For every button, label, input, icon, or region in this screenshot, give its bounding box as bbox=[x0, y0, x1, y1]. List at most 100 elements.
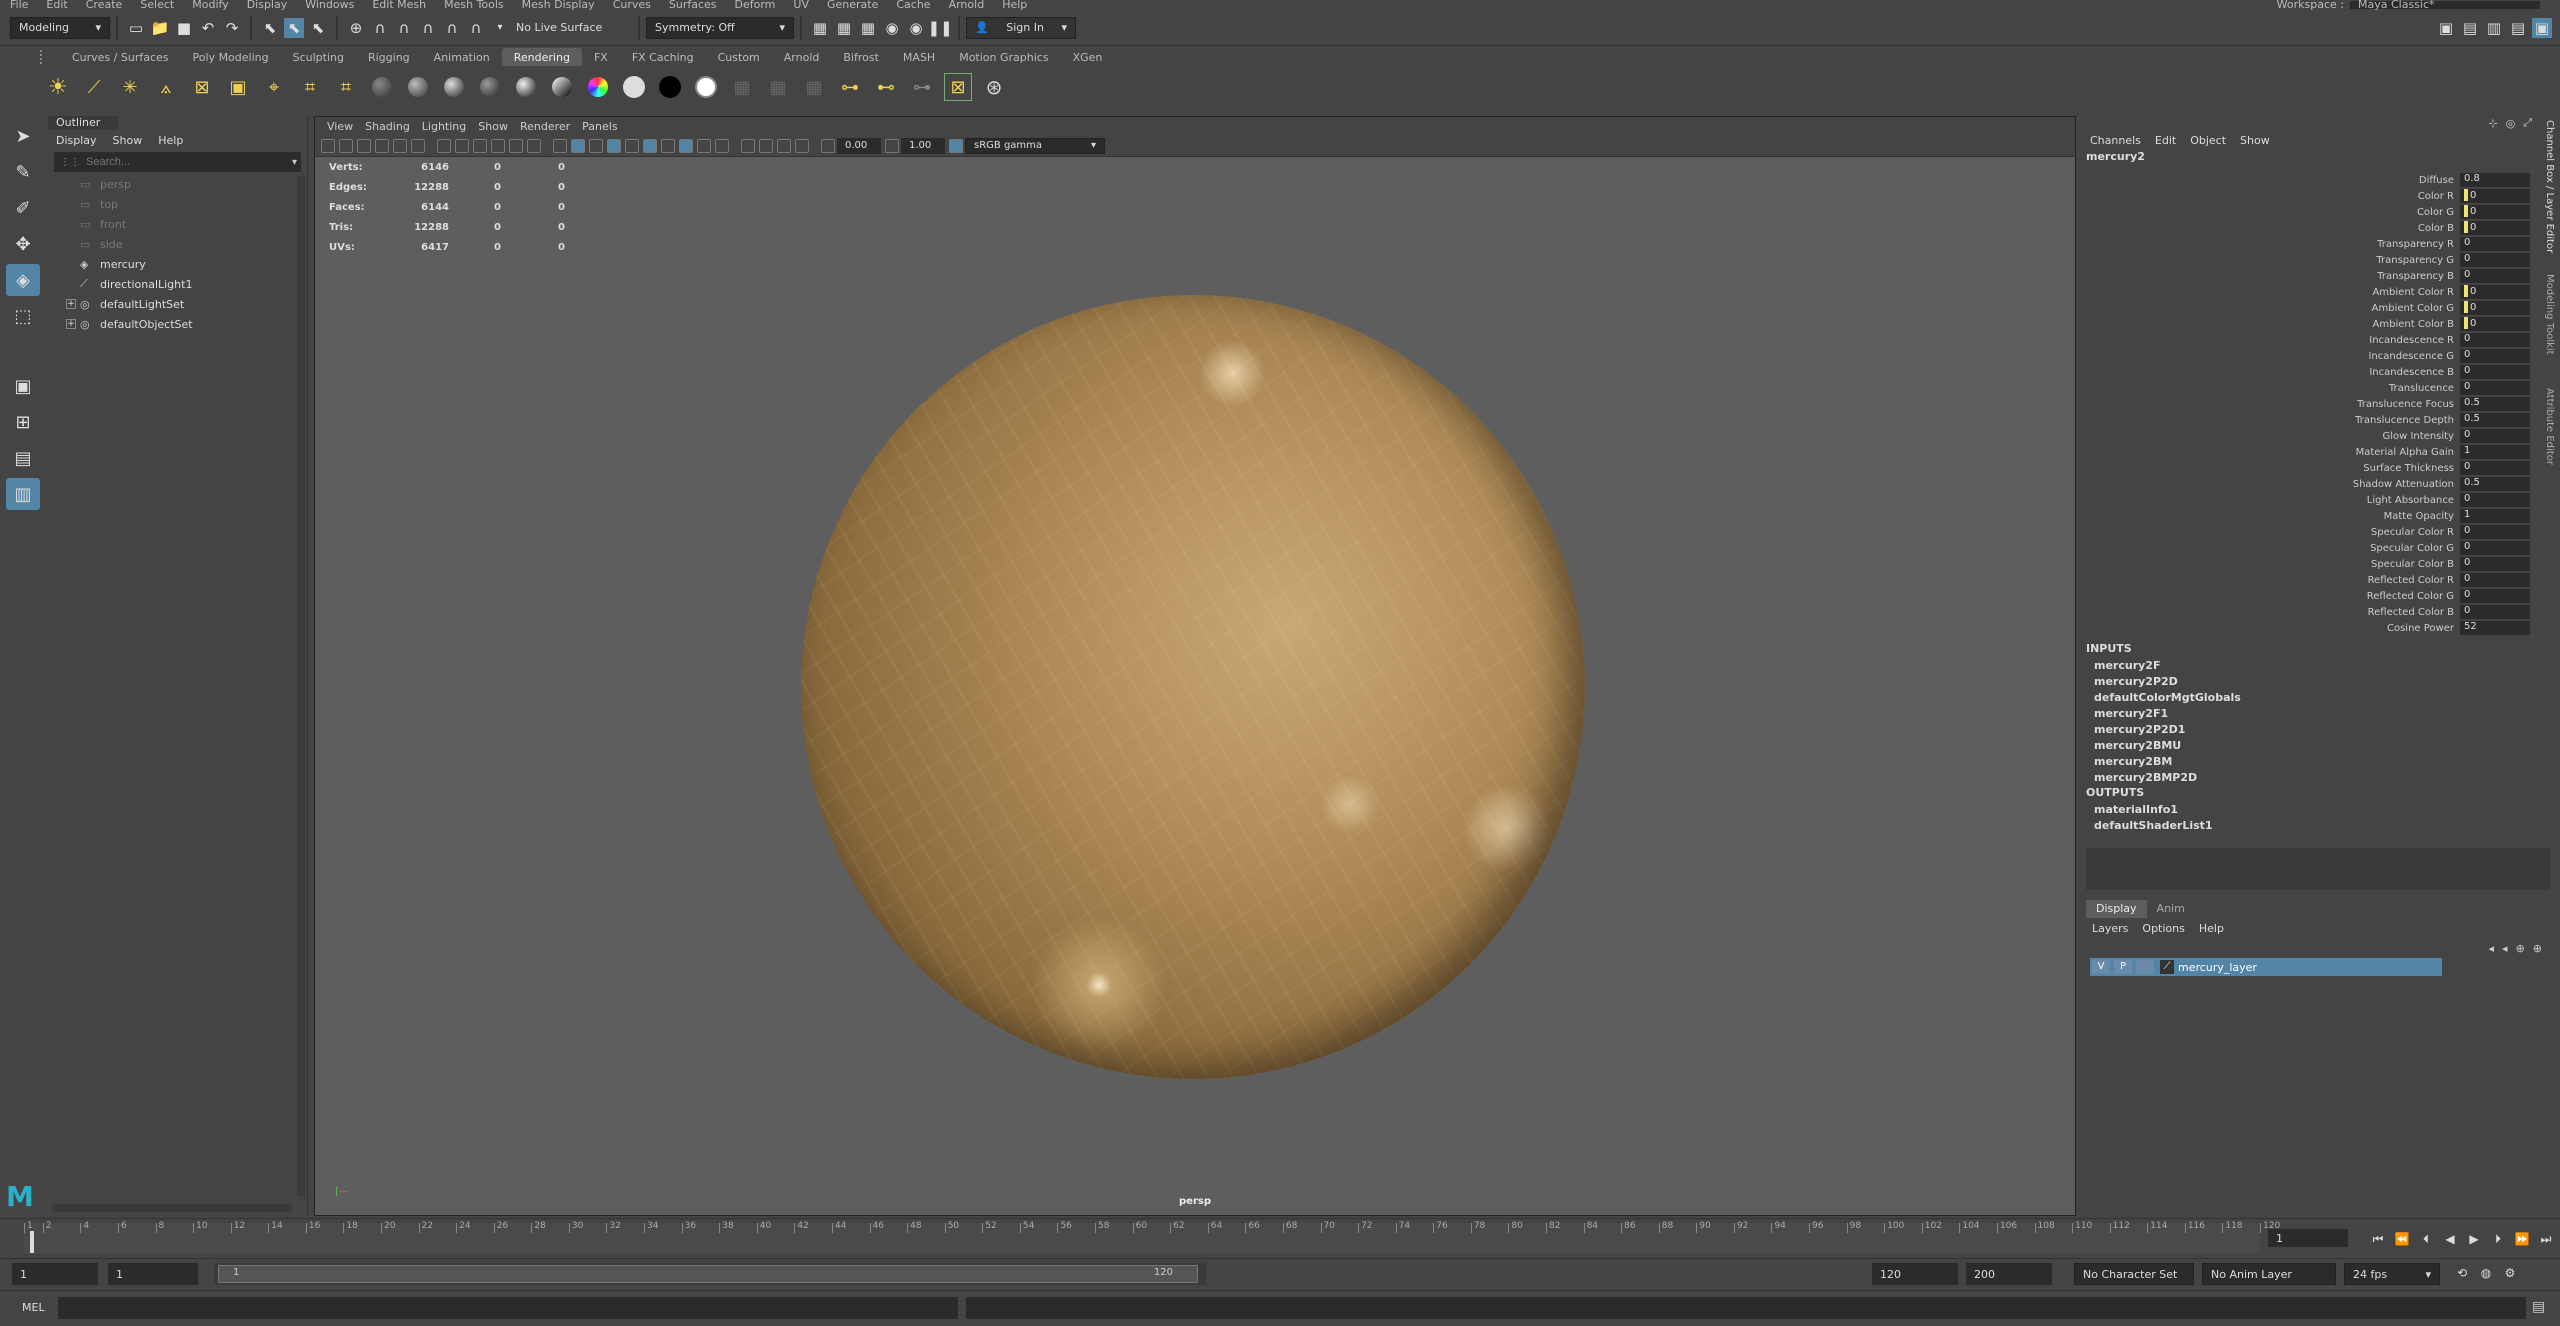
channel-box-pin-icon[interactable]: ⊹ bbox=[2488, 117, 2497, 130]
render-settings-shelf-icon[interactable]: ⊛ bbox=[980, 73, 1008, 101]
channel-box-icon[interactable]: ▤ bbox=[2508, 18, 2528, 38]
select-hierarchy-icon[interactable]: ⬉ bbox=[260, 18, 280, 38]
node-name[interactable]: mercury2 bbox=[2082, 150, 2560, 166]
step-back-frame-icon[interactable]: ⏴ bbox=[2416, 1229, 2436, 1249]
shelf-tab[interactable]: Sculpting bbox=[281, 48, 356, 66]
shelf-tab[interactable]: Curves / Surfaces bbox=[60, 48, 181, 66]
time-slider-track[interactable]: 1 2 4 6 8 10 12 14 16 18 20 22 24 26 28 30 32 34 36 38 40 42 4… bbox=[24, 1221, 2280, 1253]
range-slider[interactable]: 1 120 bbox=[214, 1263, 1206, 1285]
snap-grid-icon[interactable]: ⊕ bbox=[346, 18, 366, 38]
light-link-select-icon[interactable]: ⊶ bbox=[908, 73, 936, 101]
viewport-menu-item[interactable]: Shading bbox=[365, 120, 410, 133]
lasso-tool-icon[interactable]: ✎ bbox=[6, 156, 40, 188]
attribute-editor-icon[interactable]: ▤ bbox=[2460, 18, 2480, 38]
black-sphere-icon[interactable] bbox=[656, 73, 684, 101]
exposure-icon[interactable] bbox=[821, 138, 835, 153]
attribute-value-field[interactable]: 1 bbox=[2460, 445, 2530, 459]
playback-end-field[interactable]: 120 bbox=[1872, 1263, 1958, 1285]
new-layer-icon[interactable]: ⊕ bbox=[2516, 942, 2525, 955]
select-camera-icon[interactable] bbox=[321, 138, 335, 153]
input-node[interactable]: defaultColorMgtGlobals bbox=[2082, 690, 2560, 706]
outliner-title[interactable]: Outliner bbox=[48, 116, 118, 130]
input-node[interactable]: mercury2P2D1 bbox=[2082, 722, 2560, 738]
attribute-value-field[interactable]: 0 bbox=[2460, 429, 2530, 443]
play-forward-icon[interactable]: ▶ bbox=[2464, 1229, 2484, 1249]
menu-item[interactable]: Generate bbox=[827, 0, 878, 10]
menu-item[interactable]: Edit Mesh bbox=[372, 0, 426, 10]
attribute-name[interactable]: Diffuse bbox=[2082, 175, 2460, 186]
attribute-name[interactable]: Incandescence G bbox=[2082, 351, 2460, 362]
menu-item[interactable]: File bbox=[10, 0, 28, 10]
auto-key-icon[interactable]: ◍ bbox=[2476, 1263, 2496, 1283]
resolution-gate-icon[interactable] bbox=[473, 138, 487, 153]
phonge-shader-icon[interactable] bbox=[476, 73, 504, 101]
camera-aim-icon[interactable]: ⌗ bbox=[296, 73, 324, 101]
attribute-row[interactable]: Surface Thickness 0 bbox=[2082, 460, 2560, 476]
outliner-layout-icon[interactable]: ▥ bbox=[6, 478, 40, 510]
outliner-item[interactable]: ▭ persp bbox=[48, 174, 307, 194]
point-light-icon[interactable]: ✳ bbox=[116, 73, 144, 101]
attribute-row[interactable]: Incandescence B 0 bbox=[2082, 364, 2560, 380]
snap-curve-icon[interactable]: ∩ bbox=[370, 18, 390, 38]
search-input[interactable] bbox=[86, 156, 266, 168]
attribute-row[interactable]: Reflected Color B 0 bbox=[2082, 604, 2560, 620]
channel-box-toggle-icon[interactable]: ▣ bbox=[2532, 17, 2552, 38]
attribute-value-field[interactable]: 0 bbox=[2460, 253, 2530, 267]
attribute-value-field[interactable]: 0 bbox=[2460, 461, 2530, 475]
bookmarks-icon[interactable] bbox=[357, 138, 371, 153]
layer-editor-tab[interactable]: Display bbox=[2086, 900, 2147, 918]
attribute-name[interactable]: Reflected Color G bbox=[2082, 591, 2460, 602]
hypershade-icon[interactable]: ◉ bbox=[906, 18, 926, 38]
single-pane-layout-icon[interactable]: ▣ bbox=[6, 370, 40, 402]
blinn-shader-icon[interactable] bbox=[404, 73, 432, 101]
light-link-icon[interactable]: ⊶ bbox=[836, 73, 864, 101]
channel-box-sync-icon[interactable]: ◎ bbox=[2506, 117, 2516, 130]
ambient-light-icon[interactable]: ☀ bbox=[44, 73, 72, 101]
symmetry-dropdown[interactable]: Symmetry: Off ▾ bbox=[646, 16, 794, 39]
phong-shader-icon[interactable] bbox=[440, 73, 468, 101]
attribute-name[interactable]: Incandescence R bbox=[2082, 335, 2460, 346]
shelf-tabs-handle-icon[interactable] bbox=[40, 50, 52, 64]
shelf-tab[interactable]: Bifrost bbox=[831, 48, 891, 66]
attribute-value-field[interactable]: 0 bbox=[2460, 365, 2530, 379]
attribute-row[interactable]: Matte Opacity 1 bbox=[2082, 508, 2560, 524]
color-management-icon[interactable] bbox=[949, 138, 963, 153]
mel-label[interactable]: MEL bbox=[22, 1301, 45, 1314]
attribute-value-field[interactable]: 0 bbox=[2460, 317, 2530, 331]
attribute-value-field[interactable]: 0 bbox=[2460, 189, 2530, 203]
attribute-name[interactable]: Transparency G bbox=[2082, 255, 2460, 266]
texture-grid-icon[interactable]: ▦ bbox=[764, 73, 792, 101]
input-node[interactable]: mercury2F1 bbox=[2082, 706, 2560, 722]
attribute-name[interactable]: Ambient Color G bbox=[2082, 303, 2460, 314]
attribute-value-field[interactable]: 0 bbox=[2460, 541, 2530, 555]
make-live-icon[interactable]: ∩ bbox=[466, 18, 486, 38]
ipr-render-icon[interactable]: ▦ bbox=[858, 18, 878, 38]
attribute-row[interactable]: Ambient Color B 0 bbox=[2082, 316, 2560, 332]
modeling-toolkit-icon[interactable]: ▣ bbox=[2436, 18, 2456, 38]
attribute-row[interactable]: Transparency G 0 bbox=[2082, 252, 2560, 268]
shadows-icon[interactable] bbox=[643, 138, 657, 153]
attribute-name[interactable]: Reflected Color B bbox=[2082, 607, 2460, 618]
attribute-name[interactable]: Cosine Power bbox=[2082, 623, 2460, 634]
attribute-name[interactable]: Specular Color G bbox=[2082, 543, 2460, 554]
shelf-tab[interactable]: Arnold bbox=[772, 48, 832, 66]
wireframe-icon[interactable] bbox=[553, 138, 567, 153]
save-scene-icon[interactable]: ■ bbox=[174, 18, 194, 38]
gate-mask-icon[interactable] bbox=[491, 138, 505, 153]
attribute-name[interactable]: Translucence Depth bbox=[2082, 415, 2460, 426]
attribute-value-field[interactable]: 0.5 bbox=[2460, 413, 2530, 427]
menu-item[interactable]: Mesh Display bbox=[522, 0, 595, 10]
input-node[interactable]: mercury2BM bbox=[2082, 754, 2560, 770]
film-gate-icon[interactable] bbox=[455, 138, 469, 153]
attribute-row[interactable]: Glow Intensity 0 bbox=[2082, 428, 2560, 444]
shelf-tab[interactable]: FX Caching bbox=[620, 48, 706, 66]
script-editor-icon[interactable]: ▤ bbox=[2532, 1299, 2545, 1315]
outliner-menu-item[interactable]: Display bbox=[56, 134, 97, 147]
ramp-shader-icon[interactable] bbox=[548, 73, 576, 101]
move-tool-icon[interactable]: ✥ bbox=[6, 228, 40, 260]
shelf-tab[interactable]: Rendering bbox=[501, 48, 582, 66]
image-plane-icon[interactable] bbox=[375, 138, 389, 153]
attribute-row[interactable]: Translucence 0 bbox=[2082, 380, 2560, 396]
pause-icon[interactable]: ❚❚ bbox=[927, 18, 952, 38]
shelf-tab[interactable]: FX bbox=[582, 48, 620, 66]
